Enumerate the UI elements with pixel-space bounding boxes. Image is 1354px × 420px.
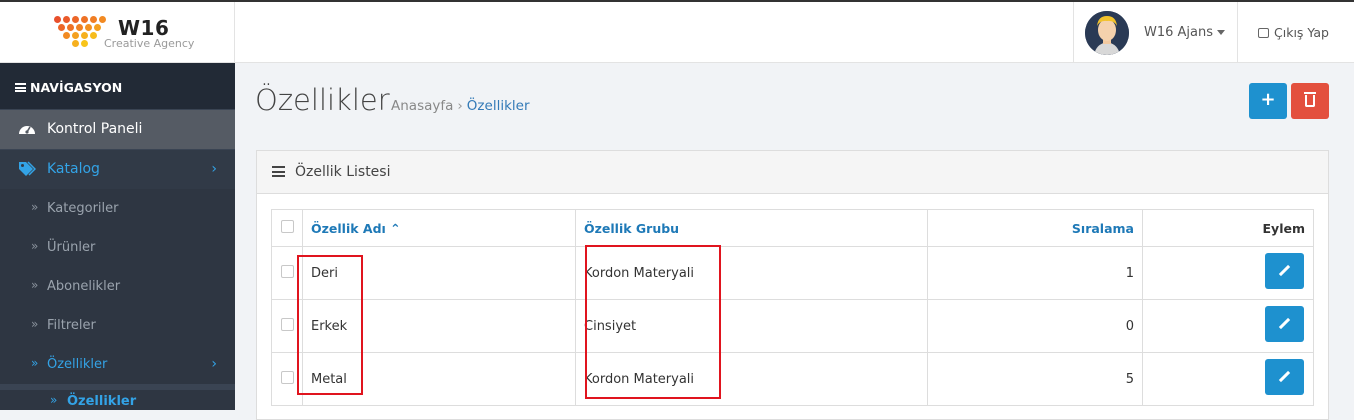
- sidebar-item-label: Katalog: [47, 161, 100, 177]
- main-content: Özellikler Anasayfa › Özellikler + Özellik…: [235, 63, 1354, 420]
- attribute-order: 1: [927, 246, 1143, 300]
- dashboard-icon: [19, 126, 35, 134]
- breadcrumb-current[interactable]: Özellikler: [467, 98, 530, 114]
- sidebar-subitem-label: Abonelikler: [47, 279, 121, 294]
- row-checkbox[interactable]: [281, 370, 294, 384]
- row-actions: [1142, 299, 1314, 353]
- highlight-box-groups: [585, 245, 721, 399]
- sidebar-item-katalog[interactable]: Katalog ›: [0, 150, 235, 189]
- sidebar-subsubitem-label: Özellikler: [67, 394, 137, 409]
- sidebar-subitem-abonelikler[interactable]: » Abonelikler: [0, 267, 235, 306]
- breadcrumb: Anasayfa › Özellikler: [391, 98, 530, 114]
- nav-heading: NAVİGASYON: [0, 63, 235, 109]
- attribute-list-panel: Özellik Listesi Özellik Adı ⌃ Özellik Gr…: [256, 150, 1329, 420]
- menu-icon: [15, 83, 26, 92]
- chevron-right-icon: ›: [211, 356, 217, 372]
- sidebar-subitem-label: Filtreler: [47, 318, 96, 333]
- sign-out-icon: [1258, 28, 1269, 38]
- row-actions: [1142, 352, 1314, 406]
- sidebar-subitem-filtreler[interactable]: » Filtreler: [0, 306, 235, 345]
- edit-button[interactable]: [1265, 359, 1304, 395]
- row-checkbox[interactable]: [281, 317, 294, 331]
- user-menu[interactable]: W16 Ajans: [1073, 2, 1238, 63]
- logo-subtitle: Creative Agency: [104, 37, 195, 50]
- double-chevron-icon: »: [31, 317, 39, 331]
- trash-icon: [1304, 92, 1316, 107]
- sidebar-subitem-kategoriler[interactable]: » Kategoriler: [0, 189, 235, 228]
- column-header-name[interactable]: Özellik Adı ⌃: [302, 209, 576, 247]
- row-checkbox[interactable]: [281, 264, 294, 278]
- attribute-order: 0: [927, 299, 1143, 353]
- chevron-right-icon: ›: [211, 161, 217, 177]
- sidebar-subitem-urunler[interactable]: » Ürünler: [0, 228, 235, 267]
- sidebar-subitem-label: Özellikler: [47, 357, 108, 372]
- table-row: Deri Kordon Materyali 1: [271, 246, 1314, 300]
- row-actions: [1142, 246, 1314, 300]
- sidebar-subitem-ozellikler[interactable]: » Özellikler ›: [0, 345, 235, 384]
- table-header-row: Özellik Adı ⌃ Özellik Grubu Sıralama Eyl…: [271, 209, 1314, 247]
- logout-label: Çıkış Yap: [1274, 25, 1329, 40]
- column-header-group[interactable]: Özellik Grubu: [575, 209, 928, 247]
- table-row: Metal Kordon Materyali 5: [271, 352, 1314, 406]
- top-header: W16 Creative Agency W16 Ajans Çıkış Yap: [0, 2, 1354, 63]
- sidebar-item-label: Kontrol Paneli: [47, 121, 143, 137]
- highlight-box-names: [297, 255, 363, 395]
- panel-title: Özellik Listesi: [295, 164, 391, 180]
- double-chevron-icon: »: [31, 200, 39, 214]
- avatar: [1085, 11, 1129, 55]
- double-chevron-icon: »: [31, 239, 39, 253]
- sidebar: NAVİGASYON Kontrol Paneli Katalog › » Ka…: [0, 63, 235, 410]
- select-all-checkbox[interactable]: [281, 220, 294, 233]
- add-button[interactable]: +: [1249, 83, 1287, 119]
- sidebar-subitem-label: Ürünler: [47, 240, 96, 255]
- logo[interactable]: W16 Creative Agency: [0, 2, 235, 63]
- breadcrumb-separator: ›: [457, 98, 463, 114]
- sort-asc-icon: ⌃: [390, 220, 401, 236]
- column-header-action: Eylem: [1142, 209, 1314, 247]
- user-name: W16 Ajans: [1144, 25, 1214, 40]
- attributes-table: Özellik Adı ⌃ Özellik Grubu Sıralama Eyl…: [271, 209, 1314, 406]
- tags-icon: [19, 161, 36, 176]
- edit-button[interactable]: [1265, 306, 1304, 342]
- sidebar-subsubitem-ozellikler[interactable]: » Özellikler: [0, 390, 235, 410]
- delete-button[interactable]: [1291, 83, 1329, 119]
- attribute-order: 5: [927, 352, 1143, 406]
- breadcrumb-home[interactable]: Anasayfa: [391, 98, 453, 114]
- double-chevron-icon: »: [31, 278, 39, 292]
- column-header-order[interactable]: Sıralama: [927, 209, 1143, 247]
- page-title: Özellikler: [255, 83, 390, 117]
- table-row: Erkek Cinsiyet 0: [271, 299, 1314, 353]
- logout-link[interactable]: Çıkış Yap: [1258, 25, 1329, 40]
- sidebar-subitem-label: Kategoriler: [47, 201, 119, 216]
- list-icon: [272, 166, 285, 177]
- select-all-cell: [271, 209, 303, 247]
- sidebar-item-dashboard[interactable]: Kontrol Paneli: [0, 110, 235, 149]
- double-chevron-icon: »: [50, 393, 58, 407]
- double-chevron-icon: »: [31, 356, 39, 370]
- chevron-down-icon: [1217, 30, 1225, 35]
- edit-button[interactable]: [1265, 253, 1304, 289]
- panel-header: Özellik Listesi: [257, 151, 1328, 194]
